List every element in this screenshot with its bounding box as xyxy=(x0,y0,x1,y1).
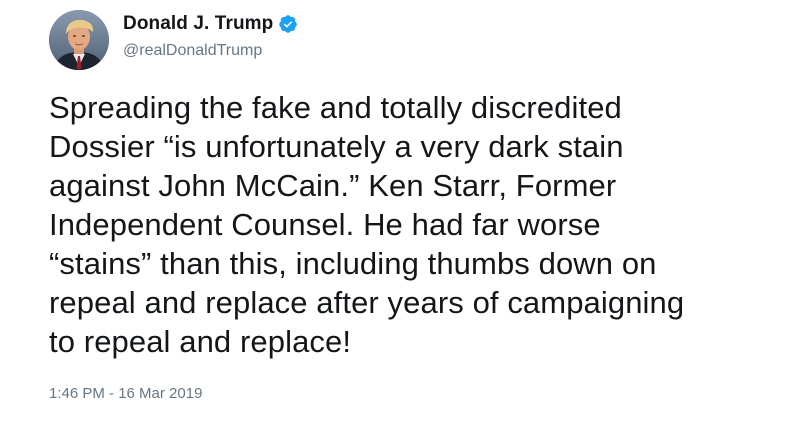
tweet-text: Spreading the fake and totally discredit… xyxy=(49,90,685,359)
avatar[interactable] xyxy=(49,10,109,70)
verified-badge-icon xyxy=(278,14,298,34)
user-handle[interactable]: @realDonaldTrump xyxy=(123,42,298,60)
tweet-card: Donald J. Trump @realDonaldTrump Spreadi… xyxy=(0,0,799,422)
user-info: Donald J. Trump @realDonaldTrump xyxy=(123,12,298,60)
display-name[interactable]: Donald J. Trump xyxy=(123,13,273,35)
profile-photo xyxy=(49,10,109,70)
name-row: Donald J. Trump xyxy=(123,12,298,36)
tweet-timestamp[interactable]: 1:46 PM - 16 Mar 2019 xyxy=(49,385,202,402)
